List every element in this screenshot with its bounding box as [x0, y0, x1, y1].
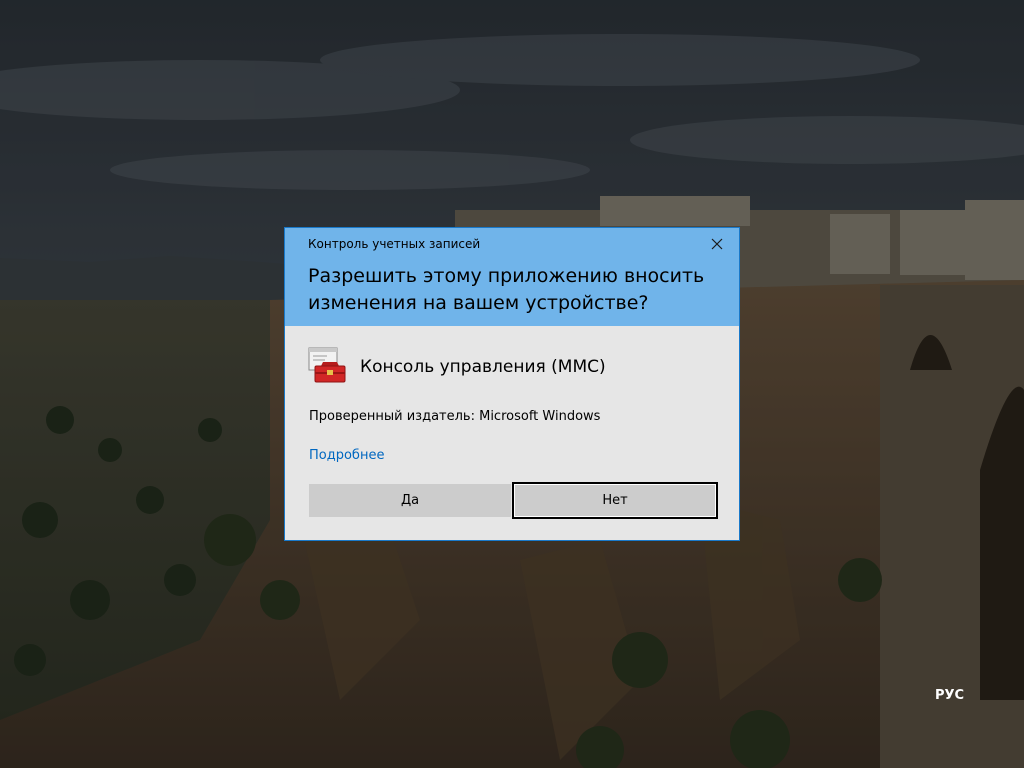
no-button[interactable]: Нет	[512, 482, 718, 519]
dialog-caption: Контроль учетных записей	[308, 237, 481, 251]
close-icon	[711, 238, 723, 250]
app-name: Консоль управления (MMC)	[360, 357, 606, 377]
publisher-text: Проверенный издатель: Microsoft Windows	[309, 409, 601, 424]
yes-button[interactable]: Да	[309, 484, 511, 517]
close-button[interactable]	[705, 234, 729, 254]
language-indicator[interactable]: РУС	[935, 688, 964, 703]
details-link[interactable]: Подробнее	[309, 448, 384, 463]
uac-header: Контроль учетных записей Разрешить этому…	[285, 228, 739, 326]
dialog-question: Разрешить этому приложению вносить измен…	[308, 265, 705, 314]
uac-dialog: Контроль учетных записей Разрешить этому…	[284, 227, 740, 541]
toolbox-icon	[308, 347, 346, 383]
